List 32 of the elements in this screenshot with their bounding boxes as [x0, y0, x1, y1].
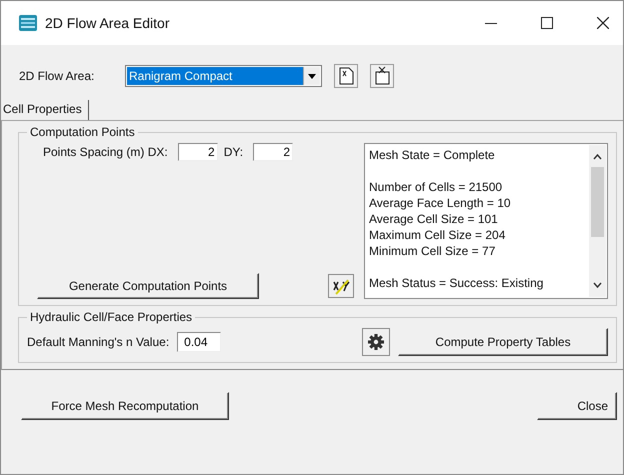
window-title: 2D Flow Area Editor — [45, 15, 170, 31]
mesh-info-line: Mesh Status = Success: Existing — [369, 275, 544, 291]
dy-label: DY: — [224, 145, 244, 159]
document-icon[interactable] — [334, 64, 358, 88]
mesh-info-line: Mesh State = Complete — [369, 147, 495, 163]
mannings-field[interactable]: 0.04 — [177, 332, 222, 352]
caret-icon[interactable] — [303, 67, 320, 85]
mesh-info-line: Number of Cells = 21500 — [369, 179, 502, 195]
spacing-label: Points Spacing (m) DX: — [43, 145, 168, 159]
generate-button[interactable]: Generate Computation Points — [37, 273, 259, 299]
group-title: Computation Points — [29, 125, 136, 139]
tab[interactable]: Cell Properties — [3, 100, 89, 120]
mesh-info-line: Minimum Cell Size = 77 — [369, 243, 496, 259]
close-button[interactable]: Close — [537, 392, 617, 420]
maximize-icon[interactable] — [541, 17, 553, 29]
xy-icon[interactable] — [328, 274, 354, 298]
flow-area-dropdown[interactable]: Ranigram Compact — [125, 65, 322, 87]
mesh-info-line: Average Cell Size = 101 — [369, 211, 498, 227]
delete-document-icon[interactable] — [370, 64, 394, 88]
mannings-label: Default Manning's n Value: — [27, 335, 170, 349]
dy-field[interactable]: 2 — [253, 143, 294, 161]
compute-button[interactable]: Compute Property Tables — [398, 328, 608, 356]
group-title: Hydraulic Cell/Face Properties — [29, 310, 194, 324]
app-icon — [19, 15, 37, 31]
scrollbar[interactable] — [589, 145, 606, 297]
mesh-info-line: Maximum Cell Size = 204 — [369, 227, 506, 243]
force-recompute-button[interactable]: Force Mesh Recomputation — [21, 392, 229, 420]
close-icon[interactable] — [597, 17, 609, 29]
mesh-info-line: Average Face Length = 10 — [369, 195, 511, 211]
dx-field[interactable]: 2 — [178, 143, 218, 161]
flow-area-label: 2D Flow Area: — [18, 69, 96, 83]
gear-icon[interactable] — [362, 328, 390, 356]
